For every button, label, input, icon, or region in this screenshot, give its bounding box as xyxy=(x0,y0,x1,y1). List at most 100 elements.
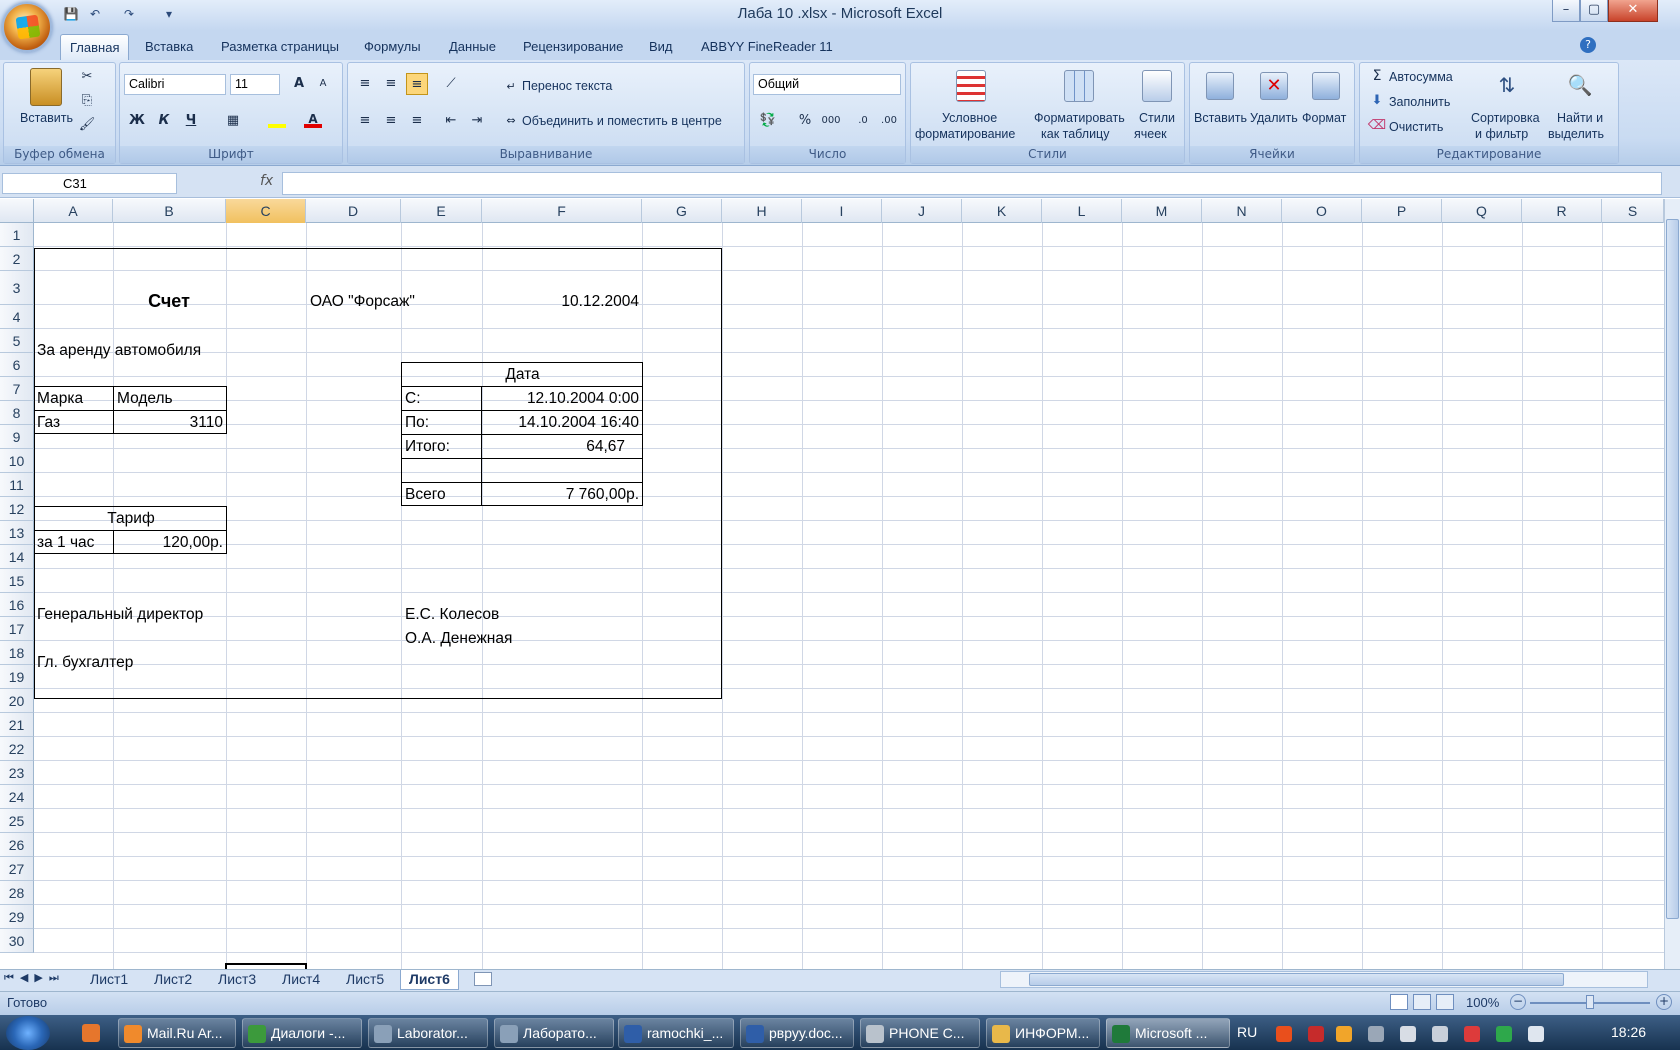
office-logo-icon xyxy=(15,14,41,40)
task-excel[interactable]: Microsoft ... xyxy=(1106,1018,1230,1048)
sheet-tab-3[interactable]: Лист3 xyxy=(210,970,264,990)
column-header-c[interactable]: C xyxy=(226,199,306,223)
row-header-13[interactable]: 13 xyxy=(0,521,34,545)
column-header-a[interactable]: A xyxy=(34,199,113,223)
page-layout-view-icon[interactable] xyxy=(1413,994,1431,1010)
column-header-g[interactable]: G xyxy=(642,199,722,223)
task-label: рвруу.doc... xyxy=(769,1025,843,1041)
task-dialogs[interactable]: Диалоги -... xyxy=(242,1018,362,1048)
column-header-k[interactable]: K xyxy=(962,199,1042,223)
horizontal-scroll-thumb[interactable] xyxy=(1029,973,1564,986)
task-inform[interactable]: ИНФОРМ... xyxy=(986,1018,1100,1048)
column-header-r[interactable]: R xyxy=(1522,199,1602,223)
office-button[interactable] xyxy=(2,2,52,52)
column-header-i[interactable]: I xyxy=(802,199,882,223)
task-phone[interactable]: PHONE C... xyxy=(860,1018,980,1048)
row-header-10[interactable]: 10 xyxy=(0,449,34,473)
row-header-17[interactable]: 17 xyxy=(0,617,34,641)
sheet-tab-6[interactable]: Лист6 xyxy=(400,970,459,990)
page-break-view-icon[interactable] xyxy=(1436,994,1454,1010)
row-header-4[interactable]: 4 xyxy=(0,305,34,329)
row-header-29[interactable]: 29 xyxy=(0,905,34,929)
column-header-l[interactable]: L xyxy=(1042,199,1122,223)
zoom-level[interactable]: 100% xyxy=(1466,995,1499,1010)
column-header-p[interactable]: P xyxy=(1362,199,1442,223)
column-header-d[interactable]: D xyxy=(306,199,401,223)
start-button[interactable] xyxy=(6,1016,50,1050)
column-header-m[interactable]: M xyxy=(1122,199,1202,223)
sheet-tab-2[interactable]: Лист2 xyxy=(146,970,200,990)
column-header-f[interactable]: F xyxy=(482,199,642,223)
column-header-h[interactable]: H xyxy=(722,199,802,223)
row-header-9[interactable]: 9 xyxy=(0,425,34,449)
language-indicator[interactable]: RU xyxy=(1237,1024,1257,1040)
zoom-slider-thumb[interactable] xyxy=(1586,995,1594,1009)
row-header-28[interactable]: 28 xyxy=(0,881,34,905)
volume-icon[interactable] xyxy=(1432,1026,1448,1042)
row-header-30[interactable]: 30 xyxy=(0,929,34,953)
tray-app-icon[interactable] xyxy=(1276,1026,1292,1042)
task-laboratory-ru[interactable]: Лаборато... xyxy=(494,1018,614,1048)
row-header-6[interactable]: 6 xyxy=(0,353,34,377)
row-header-8[interactable]: 8 xyxy=(0,401,34,425)
row-header-22[interactable]: 22 xyxy=(0,737,34,761)
date-table-divider xyxy=(401,458,643,460)
row-header-21[interactable]: 21 xyxy=(0,713,34,737)
tray-green-icon[interactable] xyxy=(1496,1026,1512,1042)
tray-device-icon[interactable] xyxy=(1368,1026,1384,1042)
column-header-j[interactable]: J xyxy=(882,199,962,223)
antivirus-icon[interactable] xyxy=(1308,1026,1324,1042)
task-doc[interactable]: рвруу.doc... xyxy=(740,1018,854,1048)
tray-b-icon[interactable] xyxy=(1528,1026,1544,1042)
car-table-divider xyxy=(34,410,227,412)
row-header-12[interactable]: 12 xyxy=(0,497,34,521)
row-header-14[interactable]: 14 xyxy=(0,545,34,569)
zoom-in-icon[interactable]: + xyxy=(1656,994,1672,1010)
column-header-b[interactable]: B xyxy=(113,199,226,223)
date-table-divider xyxy=(401,434,643,436)
vertical-scroll-thumb[interactable] xyxy=(1666,219,1679,919)
column-header-q[interactable]: Q xyxy=(1442,199,1522,223)
vertical-scrollbar[interactable] xyxy=(1664,199,1680,969)
gridline-horizontal xyxy=(34,904,1664,905)
tray-chrome-icon[interactable] xyxy=(1336,1026,1352,1042)
row-header-23[interactable]: 23 xyxy=(0,761,34,785)
task-mailru[interactable]: Mail.Ru Ar... xyxy=(118,1018,236,1048)
column-header-n[interactable]: N xyxy=(1202,199,1282,223)
normal-view-icon[interactable] xyxy=(1390,994,1408,1010)
sheet-nav-arrows-icon[interactable]: ⏮◀▶⏭ xyxy=(4,971,65,985)
date-table-divider xyxy=(401,386,643,388)
horizontal-scrollbar[interactable] xyxy=(1000,971,1648,988)
zoom-out-icon[interactable]: − xyxy=(1510,994,1526,1010)
gridline-vertical xyxy=(1362,223,1363,969)
row-header-25[interactable]: 25 xyxy=(0,809,34,833)
row-header-7[interactable]: 7 xyxy=(0,377,34,401)
row-header-1[interactable]: 1 xyxy=(0,223,34,247)
column-header-s[interactable]: S xyxy=(1602,199,1664,223)
row-header-27[interactable]: 27 xyxy=(0,857,34,881)
column-header-e[interactable]: E xyxy=(401,199,482,223)
column-header-o[interactable]: O xyxy=(1282,199,1362,223)
insert-sheet-icon[interactable] xyxy=(474,972,492,986)
task-label: Laborator... xyxy=(397,1025,468,1041)
task-laboratory[interactable]: Laborator... xyxy=(368,1018,488,1048)
gridline-vertical xyxy=(802,223,803,969)
sheet-tab-5[interactable]: Лист5 xyxy=(338,970,392,990)
row-header-16[interactable]: 16 xyxy=(0,593,34,617)
row-header-5[interactable]: 5 xyxy=(0,329,34,353)
row-header-18[interactable]: 18 xyxy=(0,641,34,665)
sheet-tab-1[interactable]: Лист1 xyxy=(82,970,136,990)
row-header-15[interactable]: 15 xyxy=(0,569,34,593)
row-header-26[interactable]: 26 xyxy=(0,833,34,857)
row-header-2[interactable]: 2 xyxy=(0,247,34,271)
row-header-24[interactable]: 24 xyxy=(0,785,34,809)
row-header-19[interactable]: 19 xyxy=(0,665,34,689)
row-header-3[interactable]: 3 xyxy=(0,271,34,305)
tray-network-icon[interactable] xyxy=(1400,1026,1416,1042)
tray-flag-icon[interactable] xyxy=(1464,1026,1480,1042)
row-header-20[interactable]: 20 xyxy=(0,689,34,713)
row-header-11[interactable]: 11 xyxy=(0,473,34,497)
task-ramochki[interactable]: ramochki_... xyxy=(618,1018,734,1048)
media-player-icon[interactable] xyxy=(82,1024,100,1042)
sheet-tab-4[interactable]: Лист4 xyxy=(274,970,328,990)
